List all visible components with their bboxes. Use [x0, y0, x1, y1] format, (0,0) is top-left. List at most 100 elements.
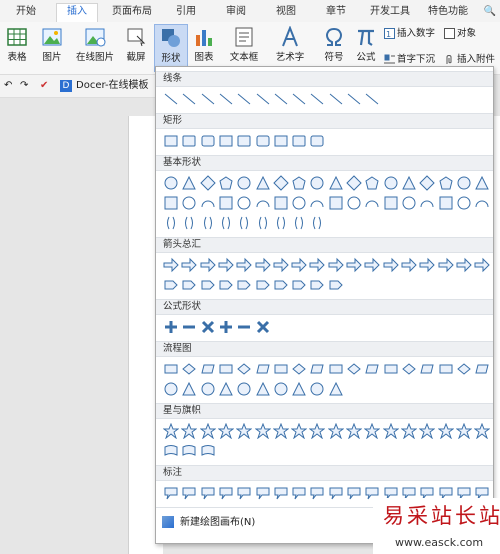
shape-arrow2-8[interactable]	[291, 277, 307, 293]
shape-rect-5[interactable]	[236, 133, 252, 149]
shape-basic-2[interactable]	[181, 175, 197, 191]
shape-banner-2[interactable]	[181, 443, 197, 459]
shape-arrow-15[interactable]	[419, 257, 435, 273]
shape-basic2-14[interactable]	[401, 195, 417, 211]
shape-bracket-8[interactable]	[291, 215, 307, 231]
shape-flow-13[interactable]	[383, 361, 399, 377]
shape-arrow2-10[interactable]	[328, 277, 344, 293]
shape-star-16[interactable]	[437, 423, 454, 439]
shape-star-13[interactable]	[382, 423, 399, 439]
shape-star-9[interactable]	[309, 423, 326, 439]
shape-arrow2-3[interactable]	[200, 277, 216, 293]
shape-basic2-15[interactable]	[419, 195, 435, 211]
shape-basic2-9[interactable]	[309, 195, 325, 211]
shape-arrow-3[interactable]	[200, 257, 216, 273]
shape-math-2[interactable]	[181, 319, 197, 335]
shape-arrow-18[interactable]	[474, 257, 490, 273]
shape-star-2[interactable]	[181, 423, 198, 439]
shape-basic2-6[interactable]	[255, 195, 271, 211]
shape-basic2-7[interactable]	[273, 195, 289, 211]
shape-flow2-5[interactable]	[236, 381, 252, 397]
shape-flow-11[interactable]	[346, 361, 362, 377]
shape-arrow2-2[interactable]	[181, 277, 197, 293]
insert-number-button[interactable]: 1 插入数字	[384, 26, 435, 42]
shape-flow-4[interactable]	[218, 361, 234, 377]
shape-star-10[interactable]	[327, 423, 344, 439]
shape-line-3[interactable]	[200, 91, 216, 107]
shape-callout-9[interactable]	[309, 485, 325, 501]
shape-basic2-18[interactable]	[474, 195, 490, 211]
shape-callout-6[interactable]	[255, 485, 271, 501]
shape-flow-9[interactable]	[309, 361, 325, 377]
shape-rect-9[interactable]	[309, 133, 325, 149]
shape-star-18[interactable]	[474, 423, 491, 439]
shape-basic2-16[interactable]	[438, 195, 454, 211]
shape-line-8[interactable]	[291, 91, 307, 107]
shape-star-17[interactable]	[455, 423, 472, 439]
shape-arrow2-6[interactable]	[255, 277, 271, 293]
undo-icon[interactable]: ↶	[4, 78, 12, 94]
shape-flow2-1[interactable]	[163, 381, 179, 397]
formula-button[interactable]: 公式	[352, 24, 380, 70]
shape-basic-6[interactable]	[255, 175, 271, 191]
docer-templates-link[interactable]: Docer-在线模板	[76, 78, 149, 94]
shape-math-3[interactable]	[200, 319, 216, 335]
shape-basic2-8[interactable]	[291, 195, 307, 211]
tab-home[interactable]: 开始	[8, 4, 44, 20]
shape-star-5[interactable]	[236, 423, 253, 439]
shape-math-1[interactable]	[163, 319, 179, 335]
shape-basic2-17[interactable]	[456, 195, 472, 211]
shape-star-7[interactable]	[272, 423, 289, 439]
shape-rect-8[interactable]	[291, 133, 307, 149]
shape-callout-7[interactable]	[273, 485, 289, 501]
shape-rect-4[interactable]	[218, 133, 234, 149]
tab-insert[interactable]: 插入	[56, 3, 98, 23]
shape-bracket-7[interactable]	[273, 215, 289, 231]
shape-flow2-8[interactable]	[291, 381, 307, 397]
shape-arrow-8[interactable]	[291, 257, 307, 273]
shape-arrow2-4[interactable]	[218, 277, 234, 293]
shape-arrow-12[interactable]	[364, 257, 381, 273]
shape-button[interactable]: 形状	[154, 24, 188, 72]
shape-basic2-5[interactable]	[236, 195, 252, 211]
shape-arrow-16[interactable]	[438, 257, 454, 273]
shape-flow-10[interactable]	[328, 361, 344, 377]
shape-basic-7[interactable]	[273, 175, 289, 191]
shape-flow2-7[interactable]	[273, 381, 289, 397]
shape-basic-3[interactable]	[199, 175, 216, 191]
shape-basic-15[interactable]	[419, 175, 435, 191]
symbol-button[interactable]: 符号	[318, 24, 350, 70]
shape-arrow-17[interactable]	[456, 257, 472, 273]
shape-arrow-11[interactable]	[346, 257, 362, 273]
shape-callout-3[interactable]	[200, 485, 216, 501]
shape-arrow2-1[interactable]	[163, 277, 179, 293]
shape-flow-18[interactable]	[474, 361, 490, 377]
shape-rect-3[interactable]	[200, 133, 216, 149]
tab-chapter[interactable]: 章节	[318, 4, 354, 20]
shape-star-15[interactable]	[419, 423, 436, 439]
shape-rect-2[interactable]	[181, 133, 197, 149]
tab-review[interactable]: 审阅	[218, 4, 254, 20]
wordart-button[interactable]: 艺术字	[268, 24, 312, 70]
shape-arrow-5[interactable]	[236, 257, 252, 273]
shape-flow2-2[interactable]	[181, 381, 197, 397]
shape-bracket-2[interactable]	[181, 215, 197, 231]
shape-star-3[interactable]	[199, 423, 216, 439]
shape-basic2-1[interactable]	[163, 195, 179, 211]
shape-arrow-1[interactable]	[163, 257, 179, 273]
shape-rect-6[interactable]	[255, 133, 271, 149]
shape-bracket-9[interactable]	[309, 215, 325, 231]
shape-basic-14[interactable]	[401, 175, 417, 191]
shape-basic-1[interactable]	[163, 175, 179, 191]
shape-basic2-2[interactable]	[181, 195, 197, 211]
shape-line-5[interactable]	[236, 91, 252, 107]
shape-basic2-12[interactable]	[364, 195, 380, 211]
shape-flow2-6[interactable]	[255, 381, 271, 397]
tab-page-layout[interactable]: 页面布局	[108, 4, 156, 20]
shape-flow-7[interactable]	[273, 361, 289, 377]
tab-references[interactable]: 引用	[168, 4, 204, 20]
shape-basic-4[interactable]	[218, 175, 234, 191]
shape-rect-1[interactable]	[163, 133, 179, 149]
shape-bracket-4[interactable]	[218, 215, 234, 231]
shape-flow-3[interactable]	[200, 361, 216, 377]
